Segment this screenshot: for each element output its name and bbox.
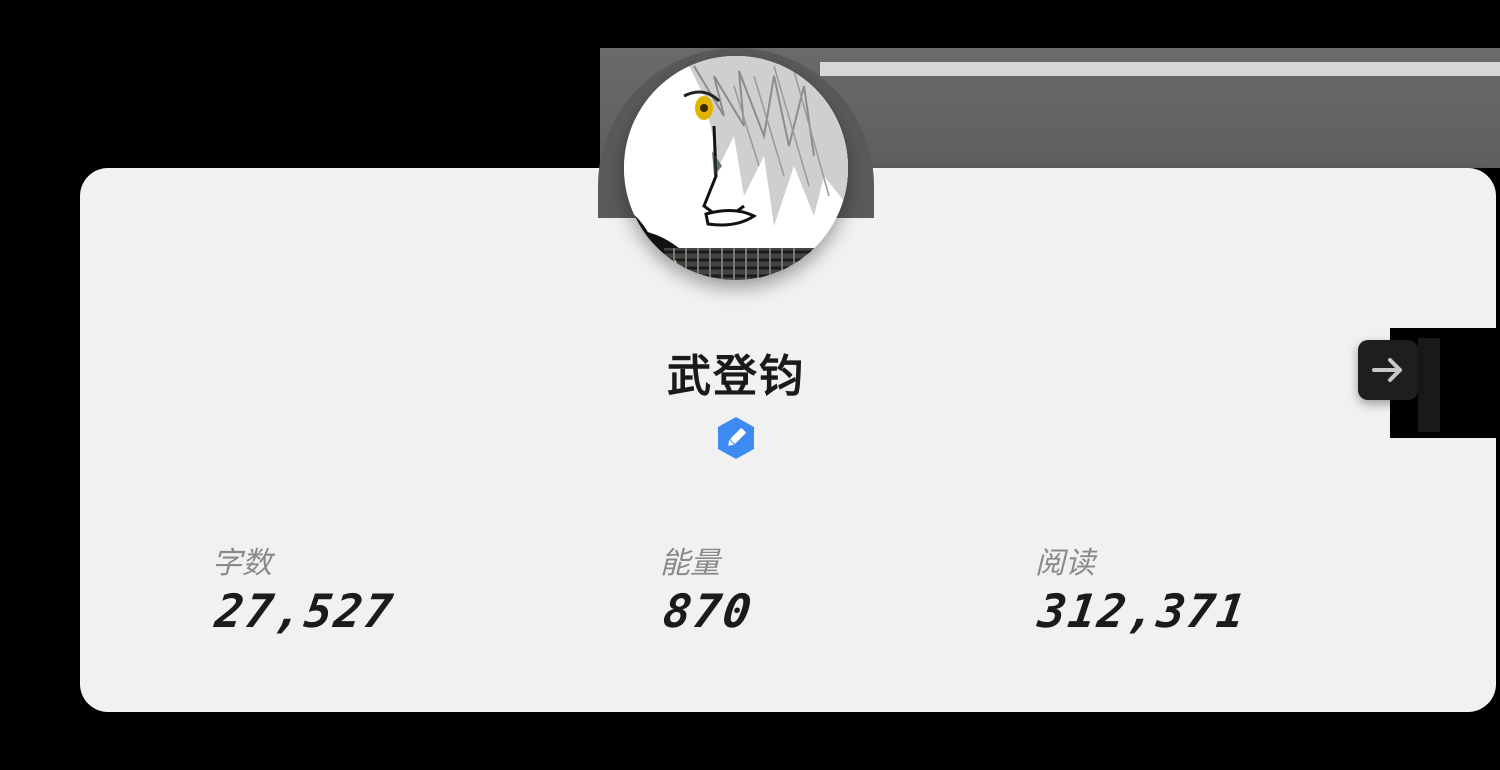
profile-name: 武登钧 — [667, 351, 805, 402]
stat-label: 阅读 — [1035, 546, 1095, 581]
pencil-icon — [718, 417, 754, 459]
header-band-highlight — [820, 62, 1500, 76]
manga-character-avatar-icon — [624, 56, 848, 280]
edit-profile-button[interactable] — [716, 416, 756, 460]
profile-screen: 武登钧 字数 27,527 能量 870 阅读 312,371 — [0, 0, 1500, 770]
next-button[interactable] — [1358, 340, 1418, 400]
stat-value: 312,371 — [1035, 584, 1251, 638]
stat-energy: 能量 870 — [660, 544, 757, 638]
stat-word-count: 字数 27,527 — [212, 544, 398, 638]
stat-value: 27,527 — [212, 584, 398, 638]
side-panel-edge — [1418, 338, 1440, 432]
stat-label: 能量 — [660, 546, 720, 581]
arrow-right-icon — [1372, 358, 1402, 382]
stat-label: 字数 — [212, 546, 272, 581]
stat-reads: 阅读 312,371 — [1035, 544, 1250, 638]
stat-value: 870 — [660, 584, 757, 638]
avatar[interactable] — [624, 56, 848, 280]
